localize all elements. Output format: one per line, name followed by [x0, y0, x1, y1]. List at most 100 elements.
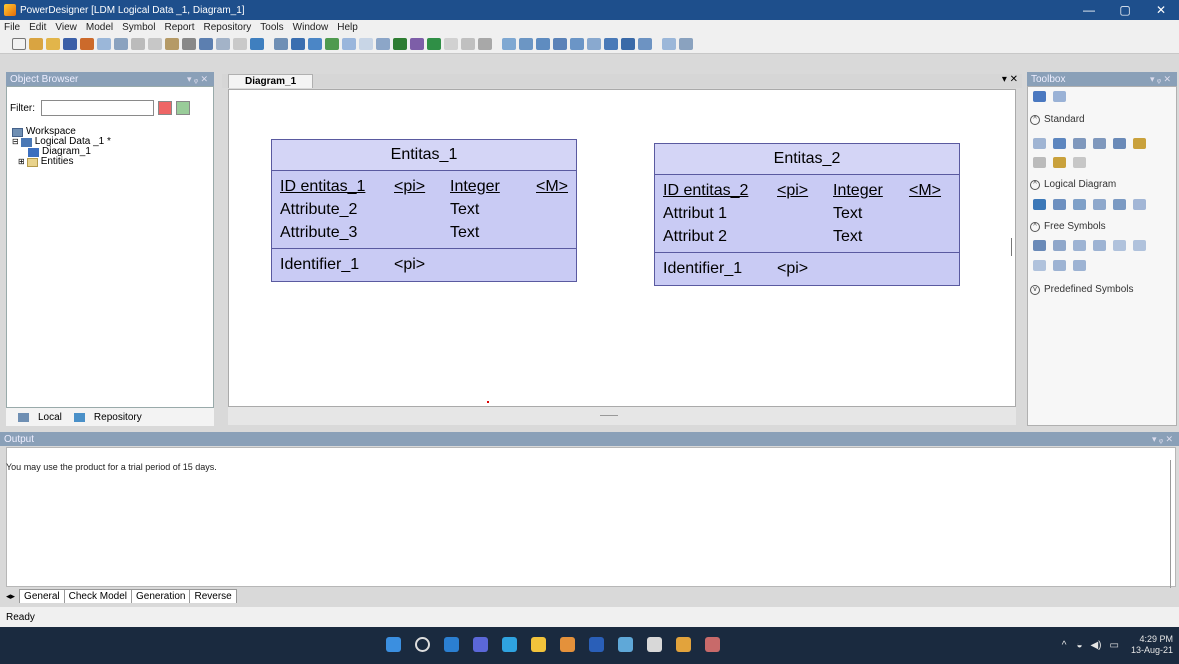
document-app-icon[interactable] [705, 637, 720, 652]
edge-icon[interactable] [502, 637, 517, 652]
check-model-icon[interactable] [291, 37, 305, 50]
tab-diagram[interactable]: Diagram_1 [228, 74, 314, 88]
diagram-horizontal-scrollbar[interactable] [228, 407, 1016, 425]
large-icons-icon[interactable] [1033, 91, 1046, 102]
fill-icon[interactable] [410, 37, 424, 50]
scroll-thumb[interactable] [600, 415, 618, 416]
attribute-row[interactable]: Attribute_3 Text [280, 221, 568, 244]
tab-generation[interactable]: Generation [130, 589, 191, 603]
panel-pin-icon[interactable]: ▾ ᵩ ✕ [1152, 434, 1173, 445]
menu-report[interactable]: Report [164, 22, 194, 33]
paste-icon[interactable] [165, 37, 179, 50]
grabber-icon[interactable] [1053, 138, 1066, 149]
print-preview-icon[interactable] [97, 37, 111, 50]
generate-icon[interactable] [274, 37, 288, 50]
apply-filter-icon[interactable] [176, 101, 190, 115]
volume-icon[interactable]: ◀) [1090, 640, 1101, 651]
chat-icon[interactable] [473, 637, 488, 652]
chevron-up-icon[interactable]: ^ [1062, 640, 1067, 651]
tab-check-model[interactable]: Check Model [63, 589, 132, 603]
report-icon[interactable] [325, 37, 339, 50]
powerdesigner-taskbar-icon[interactable] [676, 637, 691, 652]
chrome-icon[interactable] [560, 637, 575, 652]
pointer-icon[interactable] [1033, 138, 1046, 149]
relationship-icon[interactable] [1073, 199, 1086, 210]
text-color-icon[interactable] [427, 37, 441, 50]
save-all-icon[interactable] [80, 37, 94, 50]
menu-edit[interactable]: Edit [29, 22, 46, 33]
tab-general[interactable]: General [19, 589, 65, 603]
filter-input[interactable] [41, 100, 154, 116]
entity-identifier[interactable]: Identifier_1 <pi> [272, 249, 576, 281]
browser-toggle-icon[interactable] [604, 37, 618, 50]
layout-icon[interactable] [502, 37, 516, 50]
clear-filter-icon[interactable] [158, 101, 172, 115]
copy-icon[interactable] [148, 37, 162, 50]
line-icon[interactable] [1073, 240, 1086, 251]
attribute-row[interactable]: ID entitas_1 <pi> Integer <M> [280, 175, 568, 198]
ellipse-icon[interactable] [1133, 240, 1146, 251]
align-icon[interactable] [519, 37, 533, 50]
package-icon[interactable] [1033, 199, 1046, 210]
panel-pin-icon[interactable]: ▾ ᵩ ✕ [1150, 74, 1171, 85]
polyline-icon[interactable] [1053, 260, 1066, 271]
menu-tools[interactable]: Tools [260, 22, 283, 33]
entity-entitas-1[interactable]: Entitas_1 ID entitas_1 <pi> Integer <M> … [271, 139, 577, 282]
file-explorer-icon[interactable] [531, 637, 546, 652]
entity-identifier[interactable]: Identifier_1 <pi> [655, 253, 959, 285]
menu-help[interactable]: Help [337, 22, 358, 33]
search-icon[interactable] [415, 637, 430, 652]
arc-icon[interactable] [1093, 240, 1106, 251]
toolbox-section-logical-diagram[interactable]: ^ Logical Diagram [1030, 179, 1116, 190]
merge-icon[interactable] [376, 37, 390, 50]
menu-view[interactable]: View [55, 22, 77, 33]
entity-tool-icon[interactable] [1053, 199, 1066, 210]
task-view-icon[interactable] [444, 637, 459, 652]
menu-model[interactable]: Model [86, 22, 113, 33]
file-icon[interactable] [1133, 199, 1146, 210]
expand-icon[interactable]: ⊞ [18, 157, 25, 167]
settings-icon[interactable] [647, 637, 662, 652]
cut-icon[interactable] [1033, 157, 1046, 168]
collapse-section-icon[interactable]: ^ [1030, 221, 1040, 232]
cut-icon[interactable] [131, 37, 145, 50]
entity-entitas-2[interactable]: Entitas_2 ID entitas_2 <pi> Integer <M> … [654, 143, 960, 286]
attribute-row[interactable]: Attribut 2 Text [663, 225, 951, 248]
print-diagram-icon[interactable] [679, 37, 693, 50]
menu-file[interactable]: File [4, 22, 20, 33]
zoom-in-icon[interactable] [553, 37, 567, 50]
expand-section-icon[interactable]: v [1030, 284, 1040, 295]
start-icon[interactable] [386, 637, 401, 652]
visio-icon[interactable] [618, 637, 633, 652]
toolbox-section-predefined-symbols[interactable]: v Predefined Symbols [1030, 284, 1134, 295]
paste-icon[interactable] [1053, 157, 1066, 168]
inheritance-icon[interactable] [1113, 199, 1126, 210]
fit-icon[interactable] [587, 37, 601, 50]
collapse-section-icon[interactable]: ^ [1030, 114, 1040, 125]
arrow-icon[interactable] [478, 37, 492, 50]
tab-scroll-arrows-icon[interactable]: ◂▸ [6, 591, 15, 602]
tab-repository[interactable]: Repository [68, 412, 142, 423]
collapse-icon[interactable]: ⊟ [12, 137, 19, 147]
properties-icon[interactable] [233, 37, 247, 50]
splitter-handle[interactable] [1011, 238, 1012, 256]
format-icon[interactable] [444, 37, 458, 50]
battery-icon[interactable]: ▭ [1110, 640, 1119, 651]
menu-symbol[interactable]: Symbol [122, 22, 155, 33]
delete-icon[interactable] [182, 37, 196, 50]
minimize-button[interactable]: — [1071, 0, 1107, 20]
zoom-out-icon[interactable] [1093, 138, 1106, 149]
result-toggle-icon[interactable] [638, 37, 652, 50]
open-view-icon[interactable] [1113, 138, 1126, 149]
rounded-rectangle-icon[interactable] [1033, 260, 1046, 271]
redo-icon[interactable] [216, 37, 230, 50]
note-icon[interactable] [1033, 240, 1046, 251]
menu-repository[interactable]: Repository [203, 22, 251, 33]
toolbox-section-standard[interactable]: ^ Standard [1030, 114, 1085, 125]
collapse-section-icon[interactable]: ^ [1030, 179, 1040, 190]
title-icon[interactable] [1053, 240, 1066, 251]
tab-reverse[interactable]: Reverse [189, 589, 237, 603]
output-scrollbar[interactable] [1170, 460, 1171, 588]
compare-icon[interactable] [359, 37, 373, 50]
model-icon[interactable] [250, 37, 264, 50]
